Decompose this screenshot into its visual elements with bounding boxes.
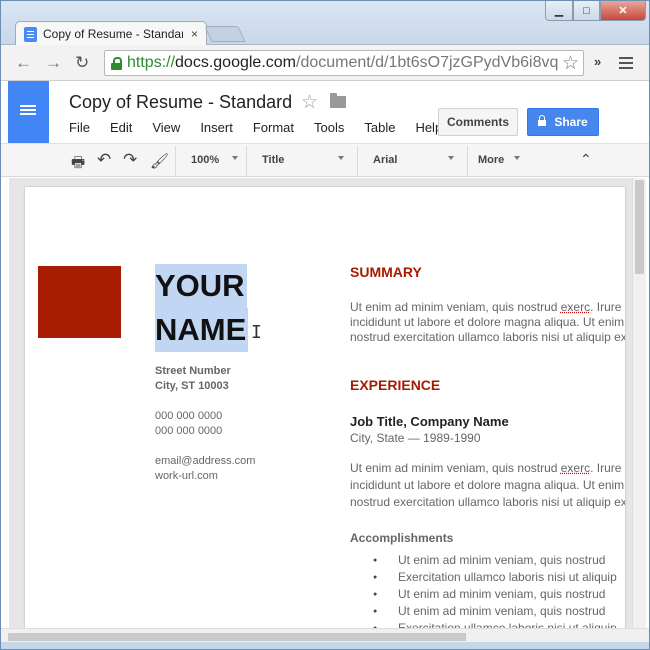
experience-line-1[interactable]: Ut enim ad minim veniam, quis nostrud ex… [350, 461, 625, 475]
summary-line-2[interactable]: incididunt ut labore et dolore magna ali… [350, 315, 625, 329]
menu-view[interactable]: View [152, 120, 180, 135]
menu-edit[interactable]: Edit [110, 120, 132, 135]
more-caret-icon [514, 156, 520, 160]
browser-window: Copy of Resume - Standard × ▁ □ ✕ ← → ↻ … [0, 0, 650, 650]
title-bar: Copy of Resume - Standard × ▁ □ ✕ [1, 1, 649, 46]
document-title[interactable]: Copy of Resume - Standard [69, 92, 292, 113]
menu-bar: File Edit View Insert Format Tools Table… [69, 120, 462, 135]
phone-2[interactable]: 000 000 0000 [155, 424, 222, 439]
address-bar[interactable]: https://docs.google.com/document/d/1bt6s… [104, 50, 584, 76]
list-item[interactable]: Exercitation ullamco laboris nisi ut ali… [373, 620, 617, 628]
list-item[interactable]: Ut enim ad minim veniam, quis nostrud [373, 586, 617, 603]
paint-format-icon[interactable]: 🖌 [150, 152, 169, 170]
url-text: https://docs.google.com/document/d/1bt6s… [127, 54, 558, 72]
resume-name[interactable]: YOUR NAME [155, 264, 249, 352]
menu-file[interactable]: File [69, 120, 90, 135]
print-icon[interactable]: 🖶 [71, 152, 85, 177]
accomplishments-heading[interactable]: Accomplishments [350, 531, 453, 545]
experience-line-2[interactable]: incididunt ut labore et dolore magna ali… [350, 478, 625, 492]
browser-tab[interactable]: Copy of Resume - Standard × [15, 21, 207, 46]
docs-favicon-icon [24, 26, 37, 42]
folder-icon[interactable] [330, 93, 346, 108]
horizontal-scroll-thumb[interactable] [8, 633, 466, 641]
extensions-chevron-icon[interactable]: » [594, 54, 601, 69]
close-window-button[interactable]: ✕ [600, 1, 646, 21]
name-line-2[interactable]: NAME [155, 308, 249, 352]
font-dropdown[interactable]: Arial [373, 154, 397, 166]
share-button[interactable]: Share [527, 108, 599, 136]
list-item[interactable]: Exercitation ullamco laboris nisi ut ali… [373, 569, 617, 586]
zoom-dropdown[interactable]: 100% [191, 154, 219, 166]
city-state[interactable]: City, ST 10003 [155, 379, 229, 394]
website[interactable]: work-url.com [155, 469, 218, 484]
job-location-dates[interactable]: City, State — 1989-1990 [350, 431, 481, 445]
style-dropdown[interactable]: Title [262, 154, 284, 166]
tab-close-icon[interactable]: × [191, 27, 198, 41]
summary-text-c: . Irure dolor in reprehend [590, 300, 625, 314]
docs-logo-icon[interactable] [8, 81, 49, 143]
experience-line-3[interactable]: nostrud exercitation ullamco laboris nis… [350, 495, 625, 509]
bookmark-star-icon[interactable]: ☆ [559, 52, 579, 75]
tab-title: Copy of Resume - Standard [43, 27, 183, 41]
share-lock-icon [538, 114, 547, 127]
text-cursor-icon: I [251, 322, 262, 343]
phone-1[interactable]: 000 000 0000 [155, 409, 222, 424]
street-address[interactable]: Street Number [155, 364, 231, 379]
new-tab-button[interactable] [204, 26, 246, 42]
undo-icon[interactable]: ↶ [97, 150, 111, 170]
list-item[interactable]: Ut enim ad minim veniam, quis nostrud [373, 552, 617, 569]
summary-line-3[interactable]: nostrud exercitation ullamco laboris nis… [350, 330, 625, 344]
summary-text-a: Ut enim ad minim veniam, quis nostrud [350, 300, 561, 314]
experience-heading[interactable]: EXPERIENCE [350, 377, 440, 393]
style-caret-icon [338, 156, 344, 160]
name-line-1[interactable]: YOUR [155, 264, 247, 308]
vertical-scroll-thumb[interactable] [635, 180, 644, 274]
menu-tools[interactable]: Tools [314, 120, 344, 135]
accent-block [38, 266, 121, 338]
share-label: Share [554, 115, 588, 129]
url-path: /document/d/1bt6sO7jzGPydVb6i8vq [296, 54, 559, 71]
menu-format[interactable]: Format [253, 120, 294, 135]
exp-misspelled[interactable]: exerc [561, 461, 590, 475]
zoom-caret-icon [232, 156, 238, 160]
menu-insert[interactable]: Insert [200, 120, 233, 135]
formatting-toolbar: 🖶 ↶ ↷ 🖌 100% Title Arial More ⌃ [1, 143, 649, 177]
job-title[interactable]: Job Title, Company Name [350, 414, 509, 429]
star-icon[interactable]: ☆ [301, 91, 318, 114]
hamburger-menu-icon[interactable] [619, 57, 633, 59]
window-bottom-border [1, 642, 649, 649]
docs-header: Copy of Resume - Standard ☆ File Edit Vi… [1, 81, 649, 143]
font-caret-icon [448, 156, 454, 160]
more-dropdown[interactable]: More [478, 154, 504, 166]
redo-icon[interactable]: ↷ [123, 150, 137, 170]
document-page[interactable]: YOUR NAME I Street Number City, ST 10003… [25, 187, 625, 628]
email[interactable]: email@address.com [155, 454, 255, 469]
summary-heading[interactable]: SUMMARY [350, 264, 422, 280]
minimize-button[interactable]: ▁ [545, 1, 573, 21]
exp-text-a: Ut enim ad minim veniam, quis nostrud [350, 461, 561, 475]
vertical-scrollbar[interactable] [632, 178, 646, 628]
collapse-toolbar-icon[interactable]: ⌃ [580, 151, 592, 168]
summary-misspelled[interactable]: exerc [561, 300, 590, 314]
comments-button[interactable]: Comments [438, 108, 518, 136]
browser-toolbar: ← → ↻ https://docs.google.com/document/d… [1, 45, 649, 81]
url-scheme: https:// [127, 54, 176, 71]
lock-icon [111, 56, 122, 70]
summary-line-1[interactable]: Ut enim ad minim veniam, quis nostrud ex… [350, 300, 625, 314]
url-host: docs.google.com [175, 54, 296, 71]
document-canvas[interactable]: YOUR NAME I Street Number City, ST 10003… [9, 178, 632, 628]
maximize-button[interactable]: □ [573, 1, 600, 21]
back-arrow-icon[interactable]: ← [15, 53, 32, 73]
accomplishments-list: Ut enim ad minim veniam, quis nostrud Ex… [373, 552, 617, 628]
forward-arrow-icon[interactable]: → [45, 53, 62, 73]
menu-table[interactable]: Table [364, 120, 395, 135]
horizontal-scrollbar[interactable] [1, 628, 649, 642]
exp-text-c: . Irure dolor in reprehend [590, 461, 625, 475]
reload-icon[interactable]: ↻ [75, 53, 89, 73]
list-item[interactable]: Ut enim ad minim veniam, quis nostrud [373, 603, 617, 620]
